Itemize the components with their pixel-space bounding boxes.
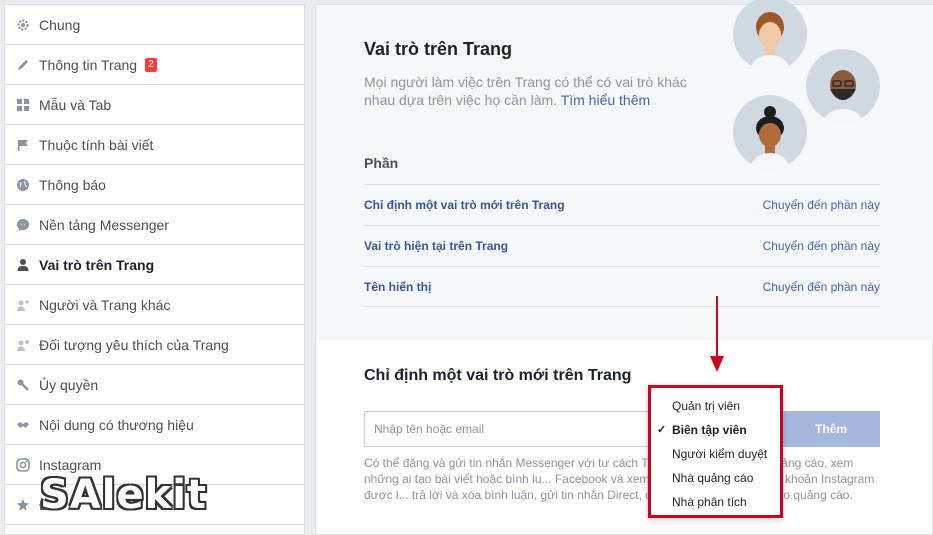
page: Chung Thông tin Trang 2 Mẫu và Tab Thuộc… bbox=[0, 0, 933, 535]
sidebar-item-label: Thuộc tính bài viết bbox=[39, 136, 154, 153]
sidebar-item-label: Vai trò trên Trang bbox=[39, 256, 155, 273]
section-row: Vai trò hiện tại trên Trang Chuyển đến p… bbox=[364, 225, 880, 266]
people-star-icon bbox=[15, 337, 31, 353]
sidebar-item-authorization[interactable]: Ủy quyền bbox=[5, 365, 304, 405]
avatar-illustration-3 bbox=[733, 95, 807, 169]
page-roles-panel: Vai trò trên Trang Mọi người làm việc tr… bbox=[315, 0, 933, 535]
assign-role-heading: Chỉ định một vai trò mới trên Trang bbox=[364, 367, 632, 384]
section-row: Chỉ định một vai trò mới trên Trang Chuy… bbox=[364, 184, 880, 225]
people-add-icon bbox=[15, 297, 31, 313]
person-icon bbox=[15, 257, 31, 273]
sidebar-item-label: Người và Trang khác bbox=[39, 296, 171, 313]
sidebar-item-label: Đối tượng yêu thích của Trang bbox=[39, 336, 229, 353]
name-or-email-input[interactable] bbox=[364, 411, 654, 447]
watermark-logo: SAlekit bbox=[40, 472, 208, 518]
add-button[interactable]: Thêm bbox=[782, 411, 880, 447]
role-option-label: Nhà phân tích bbox=[672, 495, 747, 509]
section-link-current-roles[interactable]: Vai trò hiện tại trên Trang bbox=[364, 239, 508, 253]
role-option-advertiser[interactable]: Nhà quảng cáo bbox=[651, 466, 780, 490]
wrench-icon bbox=[15, 377, 31, 393]
section-row: Tên hiển thị Chuyển đến phần này bbox=[364, 266, 880, 307]
sidebar-item-label: Nội dung có thương hiệu bbox=[39, 416, 194, 433]
avatar-illustration-1 bbox=[733, 0, 807, 71]
avatar-illustration-2 bbox=[806, 49, 880, 123]
section-link-assign-role[interactable]: Chỉ định một vai trò mới trên Trang bbox=[364, 198, 565, 212]
sidebar-item-general[interactable]: Chung bbox=[5, 5, 304, 45]
messenger-icon bbox=[15, 217, 31, 233]
sidebar-item-messenger-platform[interactable]: Nền tảng Messenger bbox=[5, 205, 304, 245]
page-roles-overview: Vai trò trên Trang Mọi người làm việc tr… bbox=[316, 0, 933, 340]
go-to-section-link[interactable]: Chuyển đến phần này bbox=[763, 239, 880, 253]
role-option-label: Nhà quảng cáo bbox=[672, 471, 754, 485]
go-to-section-link[interactable]: Chuyển đến phần này bbox=[763, 198, 880, 212]
sidebar-item-page-info[interactable]: Thông tin Trang 2 bbox=[5, 45, 304, 85]
role-dropdown-menu: Quản trị viên ✓ Biên tập viên Người kiểm … bbox=[648, 385, 783, 518]
sidebar-item-label: Ủy quyền bbox=[39, 376, 99, 393]
sections-heading: Phần bbox=[364, 155, 399, 171]
sidebar-item-label: Mẫu và Tab bbox=[39, 96, 112, 113]
sidebar-item-label: Instagram bbox=[39, 456, 102, 473]
sidebar-item-label: Nền tảng Messenger bbox=[39, 216, 169, 233]
page-title: Vai trò trên Trang bbox=[364, 39, 513, 59]
globe-icon bbox=[15, 177, 31, 193]
sidebar-item-post-attribution[interactable]: Thuộc tính bài viết bbox=[5, 125, 304, 165]
pencil-icon bbox=[15, 57, 31, 73]
star-icon bbox=[15, 497, 31, 513]
sidebar-item-label: Thông báo bbox=[39, 176, 106, 193]
role-description-text: Có thể đăng và gửi tin nhắn Messenger vớ… bbox=[364, 456, 875, 502]
section-link-display-name[interactable]: Tên hiển thị bbox=[364, 280, 431, 294]
page-description: Mọi người làm việc trên Trang có thể có … bbox=[364, 73, 694, 109]
sidebar-item-notifications[interactable]: Thông báo bbox=[5, 165, 304, 205]
sidebar-item-page-roles[interactable]: Vai trò trên Trang bbox=[5, 245, 304, 285]
role-option-label: Quản trị viên bbox=[672, 399, 741, 413]
flag-icon bbox=[15, 137, 31, 153]
sidebar-item-people-other-pages[interactable]: Người và Trang khác bbox=[5, 285, 304, 325]
go-to-section-link[interactable]: Chuyển đến phần này bbox=[763, 280, 880, 294]
learn-more-link[interactable]: Tìm hiểu thêm bbox=[561, 92, 650, 108]
role-option-editor[interactable]: ✓ Biên tập viên bbox=[651, 418, 780, 442]
handshake-icon bbox=[15, 417, 31, 433]
sidebar-item-branded-content[interactable]: Nội dung có thương hiệu bbox=[5, 405, 304, 445]
gear-icon bbox=[15, 17, 31, 33]
role-option-label: Biên tập viên bbox=[672, 423, 747, 437]
notification-badge: 2 bbox=[145, 57, 157, 72]
role-option-admin[interactable]: Quản trị viên bbox=[651, 394, 780, 418]
sidebar-item-templates-tabs[interactable]: Mẫu và Tab bbox=[5, 85, 304, 125]
role-option-analyst[interactable]: Nhà phân tích bbox=[651, 490, 780, 514]
sidebar-item-label: Thông tin Trang bbox=[39, 56, 138, 73]
grid-icon bbox=[15, 97, 31, 113]
role-option-label: Người kiểm duyệt bbox=[672, 447, 768, 461]
role-option-moderator[interactable]: Người kiểm duyệt bbox=[651, 442, 780, 466]
checkmark-icon: ✓ bbox=[657, 424, 667, 436]
sidebar-item-preferred-audience[interactable]: Đối tượng yêu thích của Trang bbox=[5, 325, 304, 365]
instagram-icon bbox=[15, 457, 31, 473]
annotation-arrow bbox=[710, 296, 724, 372]
settings-sidebar: Chung Thông tin Trang 2 Mẫu và Tab Thuộc… bbox=[4, 4, 305, 535]
sidebar-item-label: Chung bbox=[39, 16, 81, 33]
